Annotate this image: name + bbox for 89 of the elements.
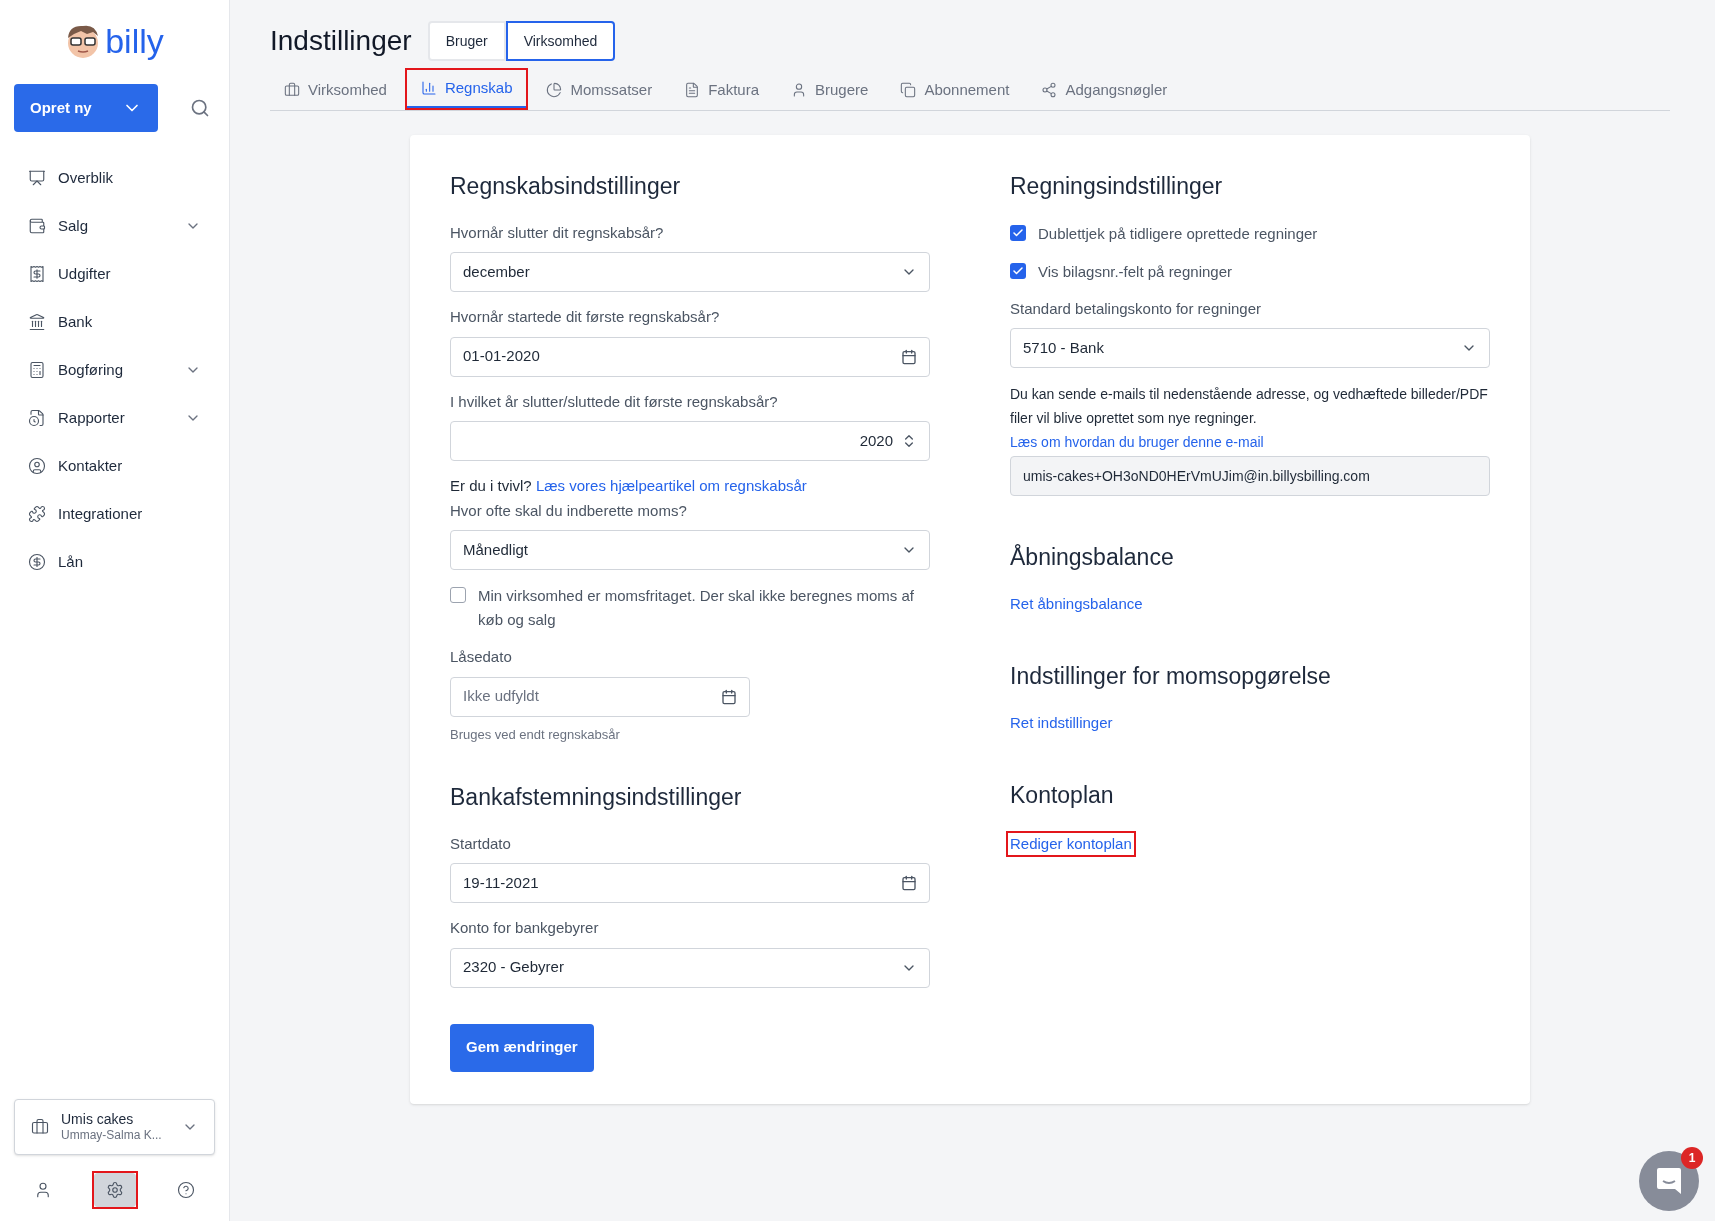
user-circle-icon <box>28 457 46 475</box>
field-label: Standard betalingskonto for regninger <box>1010 298 1262 319</box>
field-label: I hvilket år slutter/sluttede dit første regnskabsår? <box>450 391 779 412</box>
pie-chart-icon <box>546 82 563 98</box>
help-link[interactable]: Læs om hvordan du bruger denne e-mail <box>1010 434 1264 450</box>
number-field[interactable]: 2020 <box>450 421 930 461</box>
section-heading: Indstillinger for momsopgørelse <box>1010 662 1332 691</box>
select-field[interactable]: december <box>450 252 930 292</box>
settings-tab[interactable]: Momssatser <box>532 72 667 110</box>
date-field[interactable]: Ikke udfyldt <box>450 676 750 717</box>
save-button[interactable]: Gem ændringer <box>450 1023 594 1072</box>
sidebar-item[interactable]: Kontakter <box>14 442 215 490</box>
help-icon <box>177 1181 195 1199</box>
settings-link[interactable]: Rediger kontoplan <box>1010 832 1132 855</box>
sidebar-item[interactable]: Rapporter <box>14 394 215 442</box>
receipt-icon <box>28 265 46 283</box>
user-icon <box>34 1181 52 1199</box>
logo-text: billy <box>105 24 164 58</box>
briefcase-icon <box>284 82 300 98</box>
create-new-button[interactable]: Opret ny <box>14 84 158 132</box>
clock-document-icon <box>28 409 46 427</box>
settings-link[interactable]: Ret åbningsbalance <box>1010 592 1143 615</box>
briefcase-icon <box>31 1118 49 1136</box>
select-field[interactable]: Månedligt <box>450 530 930 570</box>
settings-tab[interactable]: Virksomhed <box>270 72 401 110</box>
coin-icon <box>28 553 46 571</box>
calendar-icon <box>721 688 737 705</box>
sidebar-item[interactable]: Integrationer <box>14 490 215 538</box>
checkbox-label: Vis bilagsnr.-felt på regninger <box>1038 261 1232 282</box>
section-heading: Regnskabsindstillinger <box>450 172 682 201</box>
checkbox[interactable] <box>450 587 466 603</box>
section-heading: Regningsindstillinger <box>1010 172 1224 201</box>
sidebar-item[interactable]: Bogføring <box>14 346 215 394</box>
checkbox-label: Min virksomhed er momsfritaget. Der skal ikke beregnes moms af køb og salg <box>478 586 915 630</box>
check-icon <box>1012 226 1024 239</box>
puzzle-icon <box>28 505 46 523</box>
calendar-icon <box>901 875 917 891</box>
calendar-icon <box>901 348 917 365</box>
scope-tab[interactable]: Bruger <box>427 21 506 61</box>
chat-bubble-icon <box>1656 1167 1682 1195</box>
settings-tab[interactable]: Faktura <box>670 72 774 110</box>
calculator-icon <box>28 361 46 379</box>
check-icon <box>1012 264 1024 277</box>
sidebar-item[interactable]: Lån <box>14 538 215 586</box>
settings-tab[interactable]: Brugere <box>777 72 883 110</box>
bank-icon <box>28 313 46 331</box>
company-name: Umis cakes <box>61 1110 135 1129</box>
copy-icon <box>900 82 917 98</box>
sidebar-item[interactable]: Overblik <box>14 154 215 202</box>
sidebar-item[interactable]: Bank <box>14 298 215 346</box>
field-label: Hvornår slutter dit regnskabsår? <box>450 222 665 243</box>
select-field[interactable]: 2320 - Gebyrer <box>450 947 930 988</box>
wallet-icon <box>28 217 46 235</box>
email-field[interactable]: umis-cakes+OH3oND0HErVmUJim@in.billysbilling.com <box>1010 456 1490 496</box>
share-icon <box>1041 82 1058 98</box>
document-icon <box>684 82 701 98</box>
sidebar-item[interactable]: Udgifter <box>14 250 215 298</box>
checkbox-label: Dublettjek på tidligere oprettede regninger <box>1038 223 1318 244</box>
section-heading: Kontoplan <box>1010 781 1115 810</box>
field-label: Låsedato <box>450 647 513 667</box>
settings-tab[interactable]: Abonnement <box>886 72 1024 110</box>
field-label: Konto for bankgebyrer <box>450 918 600 938</box>
presentation-icon <box>28 169 46 187</box>
scope-tab[interactable]: Virksomhed <box>505 21 616 61</box>
date-field[interactable]: 01-01-2020 <box>450 336 930 377</box>
select-field[interactable]: 5710 - Bank <box>1010 328 1490 368</box>
settings-link[interactable]: Ret indstillinger <box>1010 711 1113 734</box>
bar-chart-icon <box>420 80 437 96</box>
settings-tab[interactable]: Regnskab <box>406 70 527 108</box>
search-icon[interactable] <box>190 98 210 118</box>
sidebar-item[interactable]: Salg <box>14 202 215 250</box>
field-hint: Bruges ved endt regnskabsår <box>450 725 621 744</box>
field-label: Hvornår startede dit første regnskabsår? <box>450 307 721 327</box>
date-field[interactable]: 19-11-2021 <box>450 863 930 903</box>
page-title: Indstillinger <box>270 24 412 58</box>
settings-tab[interactable]: Adgangsnøgler <box>1027 72 1182 110</box>
field-label: Hvor ofte skal du indberette moms? <box>450 500 688 521</box>
section-heading: Bankafstemningsindstillinger <box>450 783 743 812</box>
section-heading: Åbningsbalance <box>1010 543 1175 572</box>
company-owner: Ummay-Salma K... <box>61 1128 163 1144</box>
field-label: Startdato <box>450 833 512 854</box>
checkbox[interactable] <box>1010 224 1026 241</box>
help-text: Er du i tvivl? Læs vores hjælpeartikel om regnskabsår <box>450 476 808 496</box>
help-link[interactable]: Læs vores hjælpeartikel om regnskabsår <box>535 477 807 494</box>
company-switcher[interactable]: Umis cakes Ummay-Salma K... <box>14 1099 215 1155</box>
checkbox[interactable] <box>1010 262 1026 279</box>
info-text: Du kan sende e-mails til nedenstående adresse, og vedhæftede billeder/PDF filer vil blive oprettet som nye regninger. Læs om hvordan du bruger denne e-mail <box>1010 385 1489 452</box>
notification-badge: 1 <box>1681 1147 1703 1169</box>
settings-icon <box>105 1181 124 1199</box>
